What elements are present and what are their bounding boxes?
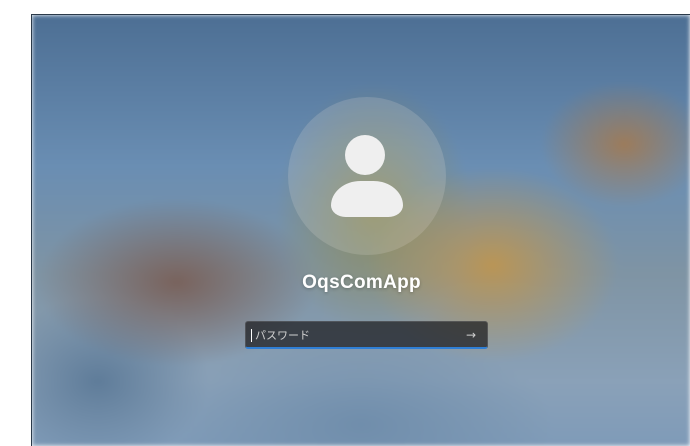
text-caret xyxy=(251,329,252,342)
password-input[interactable] xyxy=(255,322,455,348)
avatar-head xyxy=(345,135,385,175)
lock-screen: OqsComApp → xyxy=(31,14,690,446)
avatar-body xyxy=(331,181,403,217)
submit-arrow-icon[interactable]: → xyxy=(463,326,479,344)
username-label: OqsComApp xyxy=(302,272,421,293)
user-avatar-icon xyxy=(288,97,446,255)
password-box[interactable]: → xyxy=(245,321,488,349)
